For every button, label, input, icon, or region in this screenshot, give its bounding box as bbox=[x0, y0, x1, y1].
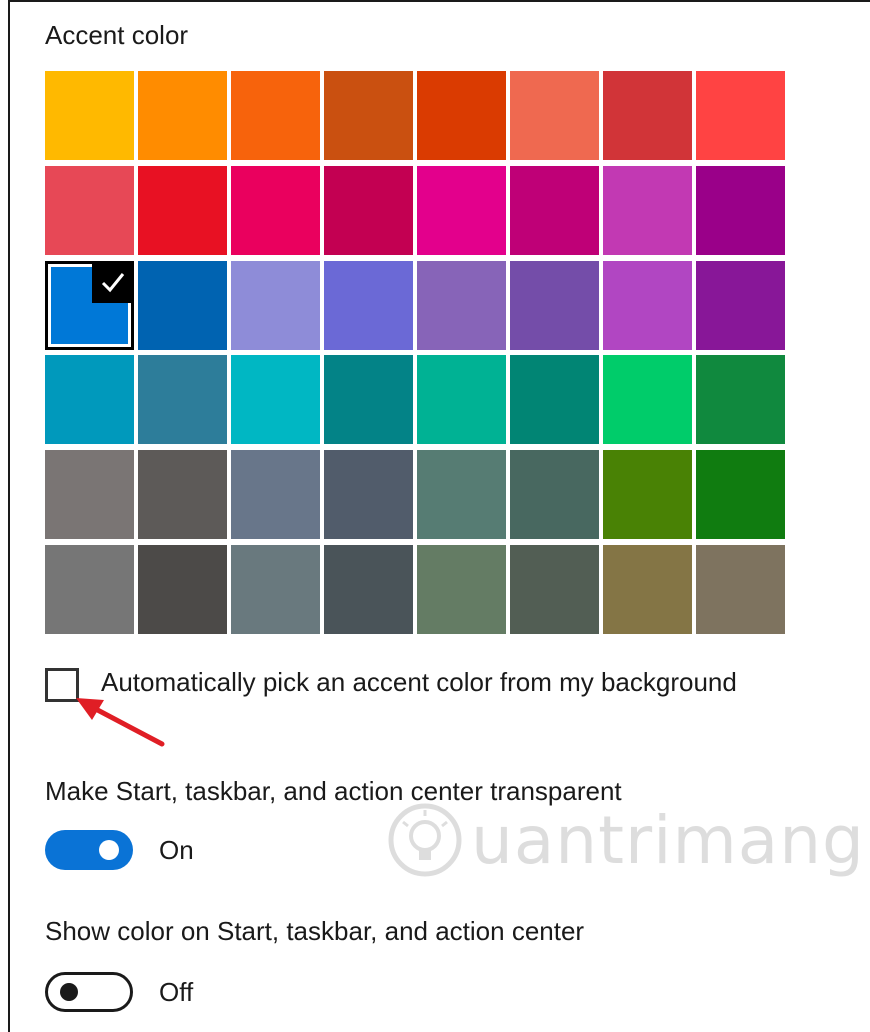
accent-swatch[interactable] bbox=[417, 450, 506, 540]
accent-swatch[interactable] bbox=[417, 165, 506, 255]
accent-swatch[interactable] bbox=[510, 450, 599, 540]
red-arrow-annotation bbox=[76, 698, 165, 747]
accent-swatch[interactable] bbox=[231, 544, 320, 634]
show-color-toggle-row: Off bbox=[45, 972, 193, 1012]
accent-swatch[interactable] bbox=[696, 71, 785, 160]
auto-pick-label: Automatically pick an accent color from … bbox=[101, 667, 737, 697]
accent-swatch[interactable] bbox=[603, 71, 692, 160]
accent-swatch[interactable] bbox=[603, 165, 692, 255]
accent-swatch[interactable] bbox=[696, 165, 785, 255]
accent-swatch[interactable] bbox=[231, 355, 320, 445]
accent-swatch[interactable] bbox=[696, 450, 785, 540]
accent-swatch[interactable] bbox=[45, 450, 134, 540]
accent-swatch[interactable] bbox=[603, 450, 692, 540]
accent-swatch[interactable] bbox=[231, 71, 320, 160]
accent-swatch[interactable] bbox=[231, 165, 320, 255]
lightbulb-icon bbox=[388, 803, 462, 877]
accent-swatch[interactable] bbox=[510, 260, 599, 350]
accent-swatch[interactable] bbox=[324, 544, 413, 634]
accent-swatch[interactable] bbox=[510, 544, 599, 634]
accent-swatch[interactable] bbox=[603, 260, 692, 350]
transparency-toggle-row: On bbox=[45, 830, 194, 870]
accent-swatch[interactable] bbox=[231, 260, 320, 350]
accent-swatch[interactable] bbox=[138, 355, 227, 445]
accent-swatch[interactable] bbox=[45, 355, 134, 445]
accent-swatch[interactable] bbox=[696, 544, 785, 634]
accent-swatch[interactable] bbox=[696, 355, 785, 445]
watermark-text: uantrimang bbox=[471, 801, 865, 879]
accent-swatch[interactable] bbox=[45, 165, 134, 255]
accent-swatch[interactable] bbox=[603, 355, 692, 445]
checkmark-icon bbox=[92, 260, 134, 303]
accent-swatch[interactable] bbox=[324, 165, 413, 255]
accent-swatch[interactable] bbox=[138, 165, 227, 255]
accent-color-title: Accent color bbox=[45, 20, 189, 50]
transparency-toggle[interactable] bbox=[45, 830, 133, 870]
accent-swatch[interactable] bbox=[45, 71, 134, 160]
accent-swatch[interactable] bbox=[603, 544, 692, 634]
toggle-knob bbox=[60, 983, 78, 1001]
accent-swatch[interactable] bbox=[231, 450, 320, 540]
accent-swatch[interactable] bbox=[417, 355, 506, 445]
accent-swatch[interactable] bbox=[510, 165, 599, 255]
accent-color-grid bbox=[45, 71, 785, 634]
accent-swatch[interactable] bbox=[324, 260, 413, 350]
accent-swatch[interactable] bbox=[417, 544, 506, 634]
accent-swatch[interactable] bbox=[138, 71, 227, 160]
toggle-knob bbox=[99, 840, 119, 860]
accent-swatch[interactable] bbox=[324, 450, 413, 540]
accent-swatch[interactable] bbox=[417, 260, 506, 350]
show-color-state: Off bbox=[159, 976, 194, 1007]
accent-swatch[interactable] bbox=[510, 71, 599, 160]
accent-swatch[interactable] bbox=[324, 71, 413, 160]
accent-swatch[interactable] bbox=[138, 544, 227, 634]
accent-swatch[interactable] bbox=[45, 544, 134, 634]
show-color-label: Show color on Start, taskbar, and action… bbox=[45, 916, 585, 946]
accent-swatch[interactable] bbox=[696, 260, 785, 350]
accent-swatch[interactable] bbox=[510, 355, 599, 445]
accent-swatch[interactable] bbox=[138, 450, 227, 540]
accent-swatch[interactable] bbox=[417, 71, 506, 160]
transparency-state: On bbox=[159, 834, 194, 865]
accent-swatch-selected[interactable] bbox=[45, 260, 134, 350]
accent-swatch[interactable] bbox=[138, 260, 227, 350]
accent-swatch[interactable] bbox=[324, 355, 413, 445]
watermark: uantrimang bbox=[385, 800, 865, 880]
show-color-toggle[interactable] bbox=[45, 972, 133, 1012]
